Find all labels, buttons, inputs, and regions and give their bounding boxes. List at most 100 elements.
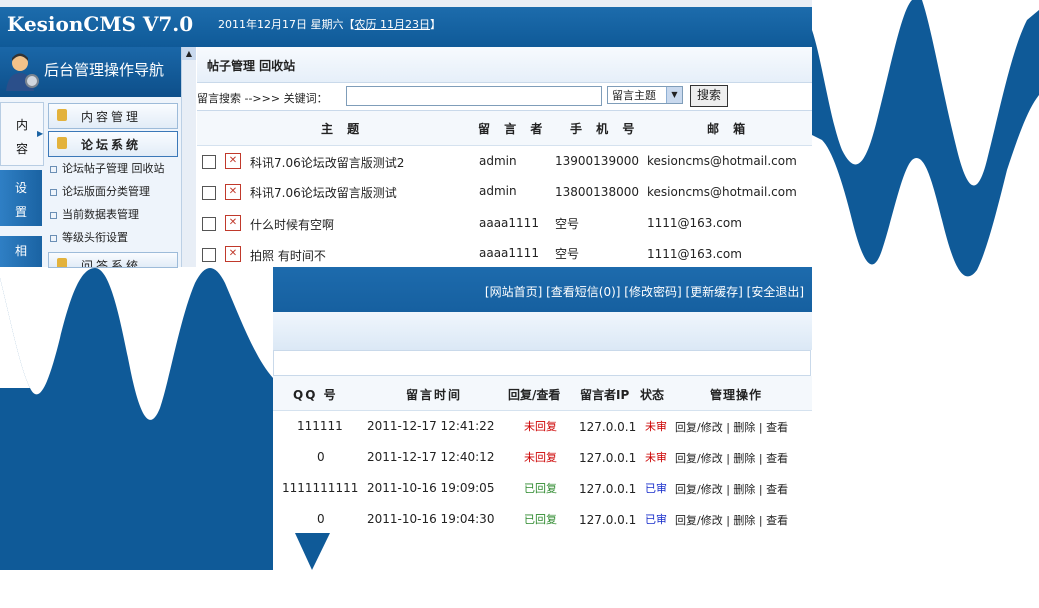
date-text: 2011年12月17日 星期六【 <box>218 18 355 31</box>
nav-header: 后台管理操作导航 <box>0 47 181 97</box>
nav-title: 后台管理操作导航 <box>44 61 165 79</box>
row-reply-status: 未回复 <box>524 420 557 433</box>
row-actions[interactable]: 回复/修改 | 删除 | 查看 <box>675 450 788 466</box>
search-bar: 留言搜索 -->>> 关键词： 留言主题 ▼ 搜索 <box>197 84 812 110</box>
menu-qa-label: 问答系统 <box>81 259 142 268</box>
content-header-strip <box>273 312 812 350</box>
search-button[interactable]: 搜索 <box>690 85 728 107</box>
row-subject[interactable]: 拍照 有时间不 <box>250 247 326 264</box>
top-links-bar: [网站首页] [查看短信(0)] [修改密码] [更新缓存] [安全退出] <box>273 267 812 312</box>
row-time: 2011-10-16 19:09:05 <box>367 481 495 495</box>
row-qq: 0 <box>317 450 325 464</box>
col-status-header: 状态 <box>640 388 665 402</box>
breadcrumb: 帖子管理 回收站 <box>207 59 296 73</box>
row-email: kesioncms@hotmail.com <box>647 185 797 199</box>
delete-x-icon[interactable]: ✕ <box>225 246 241 262</box>
row-checkbox[interactable] <box>202 217 216 231</box>
row-status: 已审 <box>645 513 667 526</box>
menu-content-management[interactable]: 内容管理 <box>48 103 178 129</box>
subitem-forum-posts[interactable]: 论坛帖子管理 回收站 <box>50 160 165 176</box>
search-input[interactable] <box>346 86 602 106</box>
row-author: admin <box>479 154 517 168</box>
row-time: 2011-12-17 12:41:22 <box>367 419 495 433</box>
messages-table-bottom: QQ 号 留言时间 回复/查看 留言者IP 状态 管理操作 111111 201… <box>273 376 812 536</box>
lunar-date-link[interactable]: 农历 11月23日 <box>354 18 430 31</box>
subitem-board-categories[interactable]: 论坛版面分类管理 <box>50 183 150 199</box>
menu-forum-system[interactable]: 论坛系统 <box>48 131 178 157</box>
row-status: 已审 <box>645 482 667 495</box>
side-tab-related[interactable]: 相 <box>0 236 42 267</box>
col-author-header: 留 言 者 <box>478 122 548 136</box>
row-time: 2011-12-17 12:40:12 <box>367 450 495 464</box>
scroll-up-arrow-icon[interactable]: ▲ <box>182 47 196 60</box>
subitem-rank-titles[interactable]: 等级头衔设置 <box>50 229 128 245</box>
row-status: 未审 <box>645 451 667 464</box>
row-subject[interactable]: 什么时候有空啊 <box>250 216 334 233</box>
delete-x-icon[interactable]: ✕ <box>225 215 241 231</box>
top-links[interactable]: [网站首页] [查看短信(0)] [修改密码] [更新缓存] [安全退出] <box>485 283 804 300</box>
row-reply-status: 未回复 <box>524 451 557 464</box>
col-qq-header: QQ 号 <box>293 388 338 402</box>
row-ip: 127.0.0.1 <box>579 482 637 496</box>
row-ip: 127.0.0.1 <box>579 513 637 527</box>
subitem-data-tables[interactable]: 当前数据表管理 <box>50 206 139 222</box>
row-checkbox[interactable] <box>202 186 216 200</box>
side-tab-settings-label: 设置 <box>14 181 27 219</box>
row-qq: 0 <box>317 512 325 526</box>
menu-content-label: 内容管理 <box>81 110 142 124</box>
row-phone: 空号 <box>555 247 580 261</box>
menu-qa-system[interactable]: 问答系统 <box>48 252 178 268</box>
row-actions[interactable]: 回复/修改 | 删除 | 查看 <box>675 512 788 528</box>
col-time-header: 留言时间 <box>406 388 463 402</box>
menu-forum-label: 论坛系统 <box>81 138 142 152</box>
nav-scrollbar[interactable]: ▲ <box>181 47 196 267</box>
row-checkbox[interactable] <box>202 248 216 262</box>
side-tab-related-label: 相 <box>14 244 27 258</box>
row-subject[interactable]: 科讯7.06论坛改留言版测试2 <box>250 154 404 171</box>
hand-icon <box>57 258 67 267</box>
search-select-value: 留言主题 <box>612 89 656 102</box>
row-checkbox[interactable] <box>202 155 216 169</box>
col-ip-header: 留言者IP <box>580 388 630 402</box>
side-tab-content-label: 内容 <box>15 118 28 156</box>
row-ip: 127.0.0.1 <box>579 420 637 434</box>
row-reply-status: 已回复 <box>524 482 557 495</box>
chevron-down-icon[interactable]: ▼ <box>666 87 682 103</box>
row-qq: 111111 <box>297 419 343 433</box>
side-tab-settings[interactable]: 设置 <box>0 170 42 226</box>
col-email-header: 邮 箱 <box>707 122 751 136</box>
messages-table-top: 主 题 留 言 者 手 机 号 邮 箱 ✕ 科讯7.06论坛改留言版测试2 ad… <box>197 110 812 268</box>
hand-icon <box>57 137 67 149</box>
row-subject[interactable]: 科讯7.06论坛改留言版测试 <box>250 184 397 201</box>
search-label: 留言搜索 -->>> 关键词： <box>197 92 328 105</box>
delete-x-icon[interactable]: ✕ <box>225 153 241 169</box>
row-time: 2011-10-16 19:04:30 <box>367 512 495 526</box>
delete-x-icon[interactable]: ✕ <box>225 184 241 200</box>
date-suffix: 】 <box>429 18 441 31</box>
row-email: kesioncms@hotmail.com <box>647 154 797 168</box>
col-subject-header: 主 题 <box>321 122 365 136</box>
row-phone: 13900139000 <box>555 154 639 168</box>
col-phone-header: 手 机 号 <box>570 122 640 136</box>
row-author: admin <box>479 184 517 198</box>
col-actions-header: 管理操作 <box>710 388 763 402</box>
row-phone: 13800138000 <box>555 185 639 199</box>
search-field-select[interactable]: 留言主题 ▼ <box>607 86 683 104</box>
breadcrumb-bar: 帖子管理 回收站 <box>197 47 812 83</box>
app-logo: KesionCMS V7.0 <box>7 12 194 36</box>
row-actions[interactable]: 回复/修改 | 删除 | 查看 <box>675 481 788 497</box>
row-status: 未审 <box>645 420 667 433</box>
row-ip: 127.0.0.1 <box>579 451 637 465</box>
browser-strip <box>0 0 812 7</box>
zigzag-decoration-right <box>812 0 1039 300</box>
content-subheader <box>273 350 811 376</box>
row-reply-status: 已回复 <box>524 513 557 526</box>
row-actions[interactable]: 回复/修改 | 删除 | 查看 <box>675 419 788 435</box>
hand-icon <box>57 109 67 121</box>
row-author: aaaa1111 <box>479 246 539 260</box>
date-display: 2011年12月17日 星期六【农历 11月23日】 <box>218 16 441 32</box>
row-email: 1111@163.com <box>647 216 742 230</box>
nav-panel: 内容 设置 相 ▶ 内容管理 论坛系统 论坛帖子管理 回收站 论坛版面分类管理 … <box>0 97 181 268</box>
row-author: aaaa1111 <box>479 216 539 230</box>
active-arrow-icon: ▶ <box>37 129 44 138</box>
